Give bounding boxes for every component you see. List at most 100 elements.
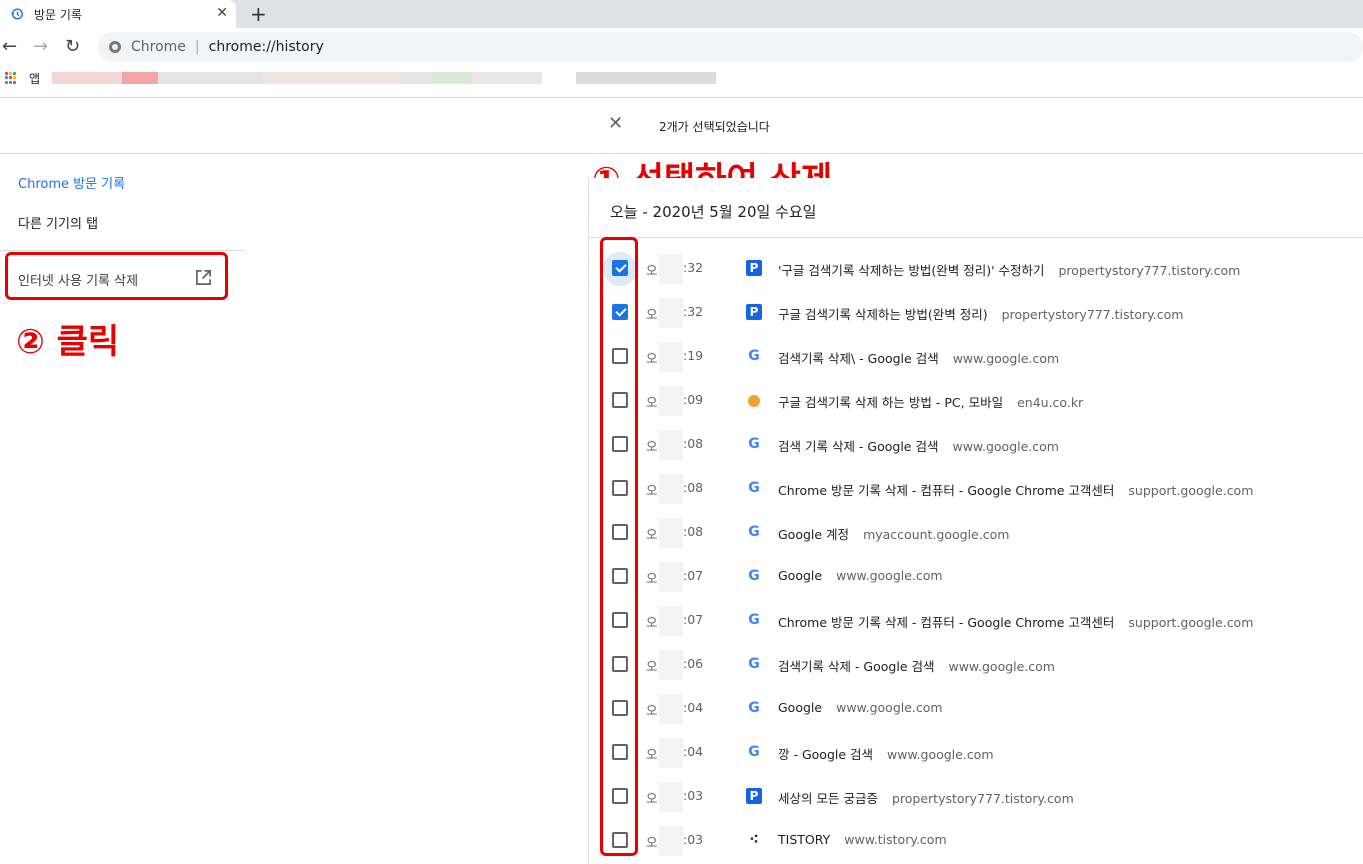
row-domain: support.google.com [1128, 615, 1254, 630]
row-domain: www.google.com [952, 439, 1059, 454]
date-header-text: 오늘 - 2020년 5월 20일 수요일 [610, 203, 817, 221]
row-title-link[interactable]: 세상의 모든 궁금증 propertystory777.tistory.com [778, 788, 1074, 807]
selection-count: 2개가 선택되었습니다 [659, 120, 770, 134]
time-redaction [659, 518, 683, 548]
row-title-link[interactable]: Google www.google.com [778, 700, 943, 715]
row-title-link[interactable]: 검색기록 삭제 - Google 검색 www.google.com [778, 656, 1055, 675]
back-icon[interactable]: ← [2, 36, 17, 57]
row-time-suffix: :06 [683, 656, 704, 671]
history-row[interactable]: 오:19 G 검색기록 삭제\ - Google 검색 www.google.com [589, 334, 1363, 378]
address-bar[interactable]: Chrome | chrome://history [98, 32, 1363, 62]
site-name: Chrome [131, 39, 186, 55]
history-row[interactable]: 오:08 G Chrome 방문 기록 삭제 - 컴퓨터 - Google Chro… [589, 466, 1363, 510]
sidebar-item-chrome-history[interactable]: Chrome 방문 기록 [18, 173, 125, 192]
row-time-prefix: 오 [646, 571, 658, 586]
row-time-prefix: 오 [646, 395, 658, 410]
history-row[interactable]: 오:04 G 깡 - Google 검색 www.google.com [589, 730, 1363, 774]
row-domain: propertystory777.tistory.com [1058, 263, 1241, 278]
row-time-suffix: :04 [683, 744, 704, 759]
time-redaction [659, 562, 683, 592]
history-row[interactable]: 오 :09 구글 검색기록 삭제 하는 방법 - PC, 모바일 en4u.co.kr [589, 378, 1363, 422]
row-title-link[interactable]: TISTORY www.tistory.com [778, 832, 947, 847]
row-time-suffix: :03 [683, 788, 704, 803]
row-title: 검색 기록 삭제 - Google 검색 [778, 439, 939, 454]
forward-icon[interactable]: → [33, 36, 48, 57]
date-header: 오늘 - 2020년 5월 20일 수요일 [589, 178, 1363, 238]
row-title-link[interactable]: 검색 기록 삭제 - Google 검색 www.google.com [778, 436, 1059, 455]
annotation-step2: ② 클릭 [16, 322, 120, 362]
time-redaction [659, 782, 683, 812]
annotation-checkbox-highlight [600, 237, 638, 856]
row-title-link[interactable]: 구글 검색기록 삭제 하는 방법 - PC, 모바일 en4u.co.kr [778, 392, 1083, 411]
row-title-link[interactable]: '구글 검색기록 삭제하는 방법(완벽 정리)' 수정하기 propertysto… [778, 260, 1240, 279]
row-title-link[interactable]: 깡 - Google 검색 www.google.com [778, 744, 994, 763]
row-title: 구글 검색기록 삭제하는 방법(완벽 정리) [778, 307, 988, 322]
row-time-suffix: :07 [683, 612, 704, 627]
new-tab-button[interactable]: + [250, 2, 267, 26]
apps-label[interactable]: 앱 [29, 70, 40, 87]
row-title: 구글 검색기록 삭제 하는 방법 - PC, 모바일 [778, 395, 1004, 410]
row-title-link[interactable]: Chrome 방문 기록 삭제 - 컴퓨터 - Google Chrome 고객… [778, 612, 1253, 631]
bookmarks-bar: 앱 [0, 66, 1363, 98]
row-title: Google [778, 568, 823, 583]
row-domain: www.google.com [836, 700, 943, 715]
row-title: 깡 - Google 검색 [778, 747, 874, 762]
history-row[interactable]: 오:06 G 검색기록 삭제 - Google 검색 www.google.com [589, 642, 1363, 686]
clear-selection-icon[interactable]: ✕ [608, 113, 623, 134]
history-row[interactable]: 오:03 P 세상의 모든 궁금증 propertystory777.tistory.… [589, 774, 1363, 818]
time-redaction [659, 650, 683, 680]
tab-history[interactable]: 방문 기록 ✕ [0, 0, 236, 28]
row-title-link[interactable]: Chrome 방문 기록 삭제 - 컴퓨터 - Google Chrome 고객… [778, 480, 1253, 499]
history-row[interactable]: 오:07 G Chrome 방문 기록 삭제 - 컴퓨터 - Google Chro… [589, 598, 1363, 642]
row-title-link[interactable]: Google 계정 myaccount.google.com [778, 524, 1009, 543]
history-row[interactable]: 오:04 G Google www.google.com [589, 686, 1363, 730]
row-title-link[interactable]: 검색기록 삭제\ - Google 검색 www.google.com [778, 348, 1059, 367]
history-row[interactable]: 오:03 ⁖ TISTORY www.tistory.com [589, 818, 1363, 862]
clear-browsing-data-link[interactable]: 인터넷 사용 기록 삭제 [5, 252, 228, 300]
clear-browsing-data-label: 인터넷 사용 기록 삭제 [18, 274, 139, 289]
history-row[interactable]: 오 :08 G Google 계정 myaccount.google.com [589, 510, 1363, 554]
row-title: TISTORY [778, 832, 831, 847]
row-title: 검색기록 삭제 - Google 검색 [778, 659, 935, 674]
bookmark-item[interactable] [262, 72, 402, 84]
sidebar-divider [0, 250, 245, 251]
row-time-suffix: :09 [683, 392, 704, 407]
bookmark-item[interactable] [52, 72, 122, 84]
row-time-prefix: 오 [646, 263, 658, 278]
row-time-prefix: 오 [646, 659, 658, 674]
bookmark-item[interactable] [122, 72, 158, 84]
row-domain: www.google.com [948, 659, 1055, 674]
row-domain: www.tistory.com [844, 832, 947, 847]
bookmark-item[interactable] [472, 72, 542, 84]
google-icon: G [748, 348, 760, 364]
row-time-prefix: 오 [646, 439, 658, 454]
row-domain: www.google.com [887, 747, 994, 762]
history-icon [10, 8, 23, 20]
tab-close-icon[interactable]: ✕ [216, 5, 228, 21]
history-row[interactable]: 오:08 G 검색 기록 삭제 - Google 검색 www.google.com [589, 422, 1363, 466]
time-redaction [659, 826, 683, 856]
google-icon: G [748, 524, 760, 540]
history-row[interactable]: 오:32 P '구글 검색기록 삭제하는 방법(완벽 정리)' 수정하기 proper… [589, 246, 1363, 290]
bookmark-item[interactable] [402, 72, 432, 84]
toolbar: ← → ↻ Chrome | chrome://history [0, 28, 1363, 66]
row-domain: www.google.com [952, 351, 1060, 366]
bookmark-item[interactable] [576, 72, 716, 84]
row-time-prefix: 오 [646, 527, 658, 542]
row-title-link[interactable]: 구글 검색기록 삭제하는 방법(완벽 정리) propertystory777.t… [778, 304, 1183, 323]
apps-grid-icon[interactable] [5, 72, 17, 84]
history-row[interactable]: 오:07 G Google www.google.com [589, 554, 1363, 598]
time-redaction [659, 342, 683, 372]
row-domain: propertystory777.tistory.com [1001, 307, 1184, 322]
row-time-suffix: :07 [683, 568, 704, 583]
row-title-link[interactable]: Google www.google.com [778, 568, 943, 583]
history-row[interactable]: 오:32 P 구글 검색기록 삭제하는 방법(완벽 정리) propertystory… [589, 290, 1363, 334]
google-icon: G [748, 612, 760, 628]
row-time-prefix: 오 [646, 483, 658, 498]
bookmark-item[interactable] [432, 72, 472, 84]
row-time-suffix: :08 [683, 524, 704, 539]
reload-icon[interactable]: ↻ [65, 36, 80, 57]
bookmark-item[interactable] [158, 72, 262, 84]
google-icon: G [748, 700, 760, 716]
sidebar-item-other-devices[interactable]: 다른 기기의 탭 [18, 213, 98, 232]
